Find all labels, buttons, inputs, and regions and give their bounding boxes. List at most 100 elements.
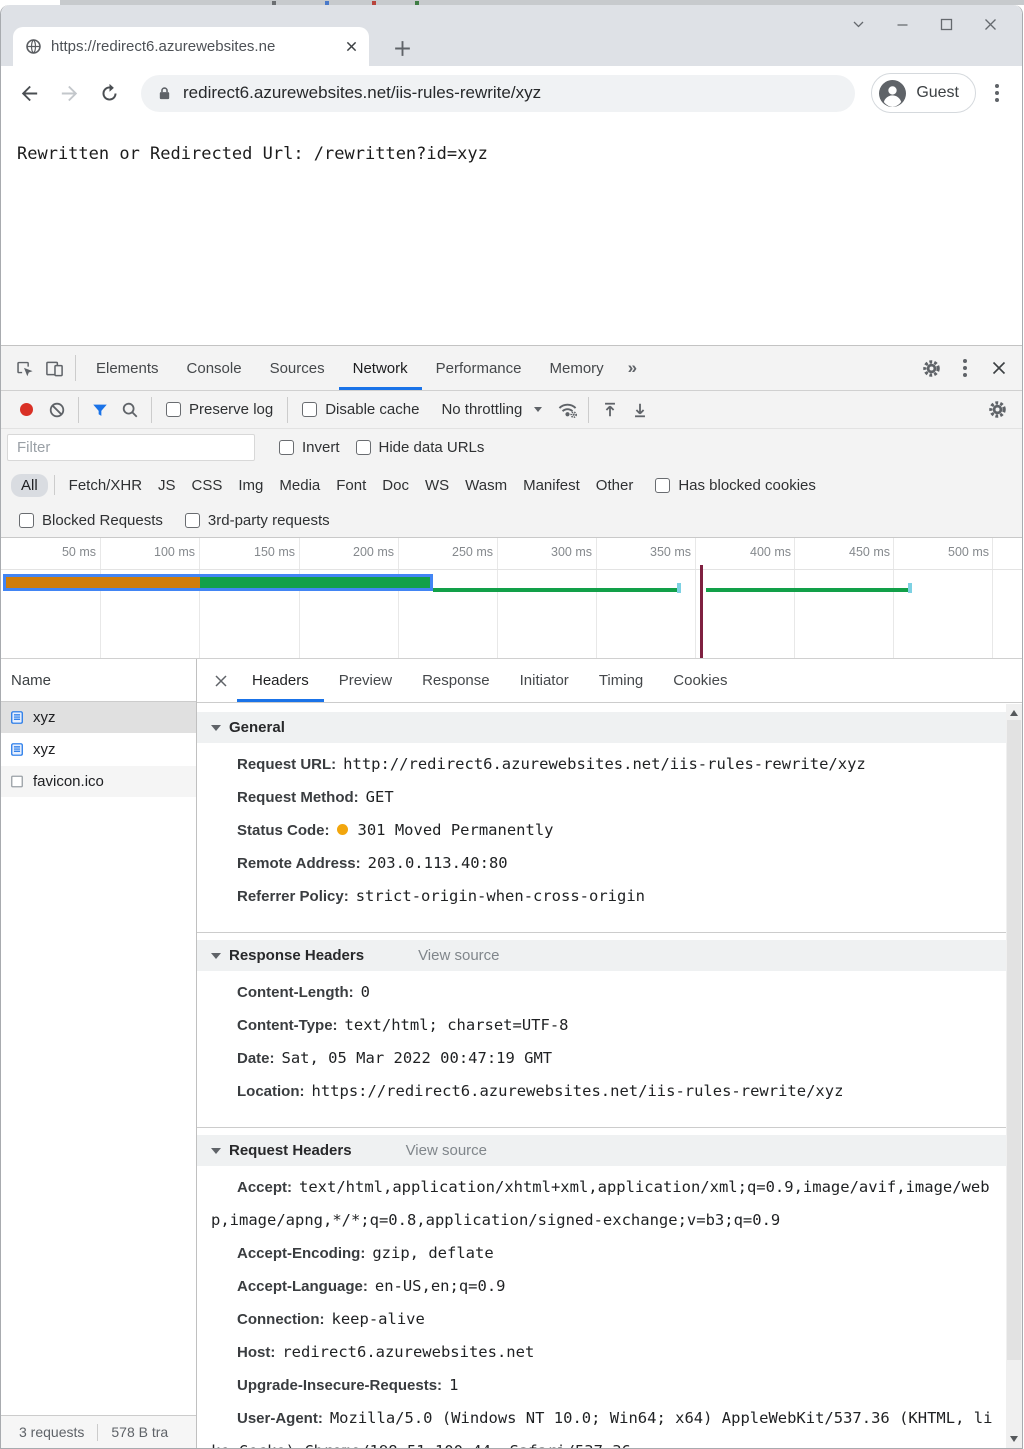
devtools-menu-icon[interactable]: [950, 353, 980, 383]
view-source-link[interactable]: View source: [418, 947, 499, 964]
type-filter-img[interactable]: Img: [238, 477, 263, 494]
tab-memory[interactable]: Memory: [536, 346, 618, 390]
blocked-requests-row: Blocked Requests 3rd-party requests: [1, 504, 1022, 538]
type-filter-wasm[interactable]: Wasm: [465, 477, 507, 494]
tab-cookies[interactable]: Cookies: [658, 659, 742, 702]
type-filter-all[interactable]: All: [11, 474, 48, 497]
response-headers-section-header[interactable]: Response Headers View source: [197, 940, 1006, 971]
name-column-header[interactable]: Name: [1, 659, 196, 702]
filter-funnel-icon[interactable]: [85, 395, 115, 425]
time-tick: 200 ms: [334, 545, 394, 559]
request-row[interactable]: xyz: [1, 702, 196, 734]
record-icon[interactable]: [20, 403, 33, 416]
tab-response[interactable]: Response: [407, 659, 505, 702]
divider: [151, 397, 152, 423]
scrollbar-thumb[interactable]: [1007, 720, 1021, 1360]
checkbox-icon[interactable]: [655, 478, 670, 493]
window-minimize-icon[interactable]: [880, 10, 924, 38]
search-icon[interactable]: [115, 395, 145, 425]
request-row[interactable]: favicon.ico: [1, 766, 196, 798]
checkbox-icon[interactable]: [279, 440, 294, 455]
tab-console[interactable]: Console: [173, 346, 256, 390]
header-row: Connection:keep-alive: [197, 1303, 1000, 1336]
devtools-settings-gear-icon[interactable]: [916, 353, 946, 383]
checkbox-icon[interactable]: [356, 440, 371, 455]
checkbox-icon[interactable]: [302, 402, 317, 417]
network-settings-gear-icon[interactable]: [982, 395, 1012, 425]
blocked-requests-checkbox[interactable]: Blocked Requests: [19, 512, 163, 529]
tab-close-icon[interactable]: [346, 41, 357, 52]
time-tick: 50 ms: [36, 545, 96, 559]
scroll-down-icon[interactable]: [1010, 1436, 1018, 1442]
browser-tab[interactable]: https://redirect6.azurewebsites.ne: [13, 27, 369, 66]
time-tick: 450 ms: [830, 545, 890, 559]
network-conditions-icon[interactable]: [552, 395, 582, 425]
dcl-tick: [677, 583, 681, 593]
type-filter-font[interactable]: Font: [336, 477, 366, 494]
dcl-tick: [908, 583, 912, 593]
network-overview-timeline[interactable]: 50 ms 100 ms 150 ms 200 ms 250 ms 300 ms…: [1, 538, 1022, 659]
filter-input[interactable]: [7, 434, 255, 461]
profile-name: Guest: [916, 84, 959, 102]
view-source-link[interactable]: View source: [406, 1142, 487, 1159]
window-chevron-icon[interactable]: [836, 10, 880, 38]
type-filter-doc[interactable]: Doc: [382, 477, 409, 494]
address-bar[interactable]: redirect6.azurewebsites.net/iis-rules-re…: [141, 75, 855, 112]
gridline: [497, 538, 498, 658]
waterfall-line: [706, 588, 910, 592]
type-filter-js[interactable]: JS: [158, 477, 176, 494]
gridline: [199, 538, 200, 658]
tab-preview[interactable]: Preview: [324, 659, 407, 702]
tab-performance[interactable]: Performance: [422, 346, 536, 390]
throttling-dropdown[interactable]: No throttling: [441, 401, 542, 418]
type-filter-media[interactable]: Media: [279, 477, 320, 494]
header-row: Upgrade-Insecure-Requests:1: [197, 1369, 1000, 1402]
checkbox-icon[interactable]: [166, 402, 181, 417]
devtools-close-icon[interactable]: [984, 353, 1014, 383]
checkbox-icon[interactable]: [19, 513, 34, 528]
window-close-icon[interactable]: [968, 10, 1012, 38]
lock-icon[interactable]: [157, 85, 172, 101]
tab-initiator[interactable]: Initiator: [505, 659, 584, 702]
disable-cache-checkbox[interactable]: Disable cache: [302, 401, 419, 418]
inspect-element-icon[interactable]: [9, 353, 39, 383]
forward-icon[interactable]: [53, 77, 85, 109]
header-row: Accept:text/html,application/xhtml+xml,a…: [197, 1171, 1000, 1237]
waterfall-bar-selected: [3, 574, 433, 591]
page-content: Rewritten or Redirected Url: /rewritten?…: [1, 120, 1022, 345]
new-tab-button[interactable]: [389, 35, 415, 61]
scroll-up-icon[interactable]: [1010, 710, 1018, 716]
tab-elements[interactable]: Elements: [82, 346, 173, 390]
request-headers-section-header[interactable]: Request Headers View source: [197, 1135, 1006, 1166]
details-scrollbar[interactable]: [1006, 704, 1022, 1448]
type-filter-manifest[interactable]: Manifest: [523, 477, 580, 494]
tab-network[interactable]: Network: [339, 346, 422, 390]
hide-data-urls-checkbox[interactable]: Hide data URLs: [356, 439, 485, 456]
type-filter-ws[interactable]: WS: [425, 477, 449, 494]
more-tabs-icon[interactable]: »: [618, 358, 647, 378]
reload-icon[interactable]: [93, 77, 125, 109]
clear-icon[interactable]: [42, 395, 72, 425]
back-icon[interactable]: [13, 77, 45, 109]
preserve-log-checkbox[interactable]: Preserve log: [166, 401, 273, 418]
device-toolbar-icon[interactable]: [39, 353, 69, 383]
third-party-requests-checkbox[interactable]: 3rd-party requests: [185, 512, 330, 529]
browser-menu-icon[interactable]: [984, 77, 1010, 109]
window-maximize-icon[interactable]: [924, 10, 968, 38]
type-filter-css[interactable]: CSS: [192, 477, 223, 494]
invert-checkbox[interactable]: Invert: [279, 439, 340, 456]
profile-chip[interactable]: Guest: [871, 73, 976, 113]
checkbox-icon[interactable]: [185, 513, 200, 528]
tab-timing[interactable]: Timing: [584, 659, 658, 702]
general-section-header[interactable]: General: [197, 712, 1006, 743]
import-har-icon[interactable]: [595, 395, 625, 425]
request-row[interactable]: xyz: [1, 734, 196, 766]
close-details-icon[interactable]: [205, 659, 237, 702]
export-har-icon[interactable]: [625, 395, 655, 425]
tab-headers[interactable]: Headers: [237, 659, 324, 702]
url-text: redirect6.azurewebsites.net/iis-rules-re…: [183, 83, 541, 103]
type-filter-other[interactable]: Other: [596, 477, 634, 494]
has-blocked-cookies-checkbox[interactable]: Has blocked cookies: [655, 477, 816, 494]
tab-sources[interactable]: Sources: [256, 346, 339, 390]
type-filter-fetch-xhr[interactable]: Fetch/XHR: [69, 477, 142, 494]
